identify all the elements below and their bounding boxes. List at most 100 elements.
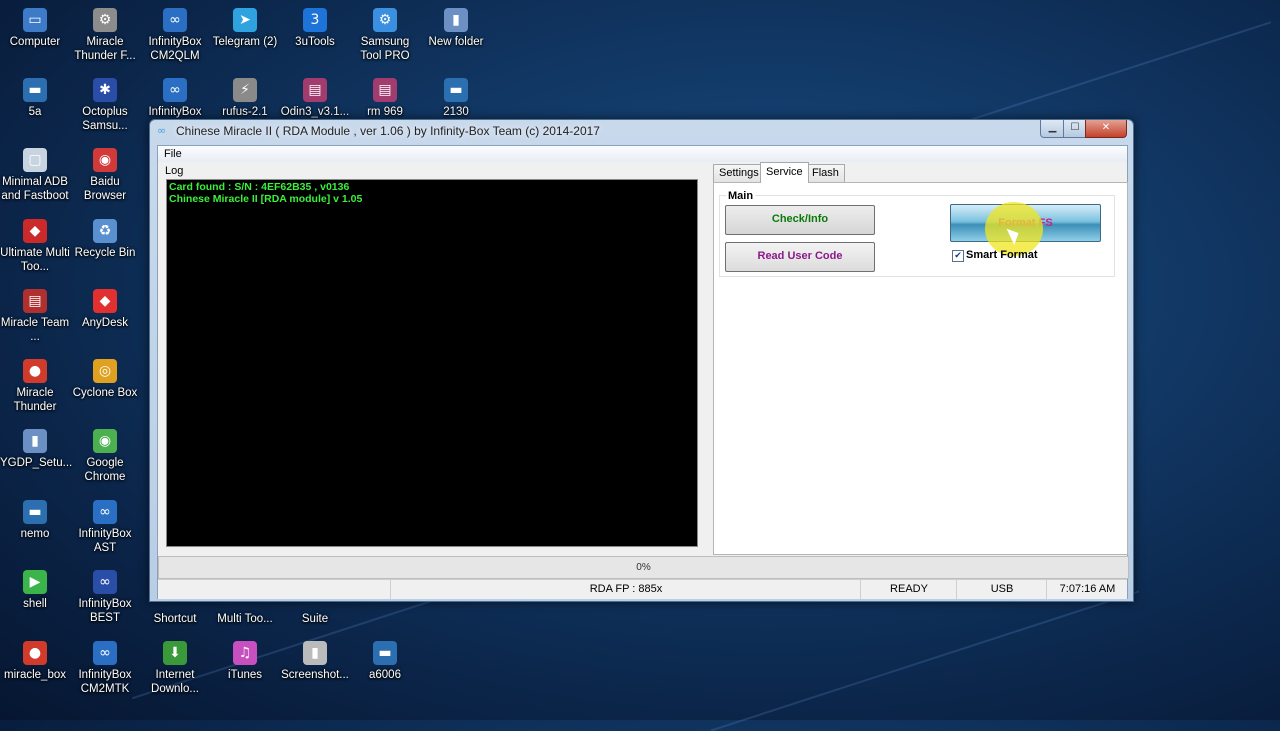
desktop-icon-minimal-adb-and-fastboot[interactable]: ▢ Minimal ADB and Fastboot	[0, 148, 70, 203]
desktop-icon-label: rm 969	[367, 106, 403, 118]
desktop-icon-samsung-tool-pro[interactable]: ⚙ Samsung Tool PRO	[350, 8, 420, 63]
desktop-icon-label: InfinityBox	[148, 106, 202, 118]
log-lines: Card found : S/N : 4EF62B35 , v0136 Chin…	[167, 181, 362, 205]
desktop-icon-anydesk[interactable]: ◆ AnyDesk	[70, 289, 140, 330]
tab-settings[interactable]: Settings	[713, 164, 765, 182]
desktop-icon-miracle-team[interactable]: ▤ Miracle Team ...	[0, 289, 70, 344]
desktop-icon-screenshot[interactable]: ▮ Screenshot...	[280, 641, 350, 682]
desktop-icon-infinitybox-best[interactable]: ∞ InfinityBox BEST	[70, 570, 140, 625]
desktop-icon-rm-969[interactable]: ▤ rm 969	[350, 78, 420, 119]
desktop-icon-label: a6006	[369, 669, 401, 681]
status-bar: RDA FP : 885x READY USB 7:07:16 AM	[158, 579, 1127, 599]
window-icon: ▢	[23, 148, 47, 172]
desktop-icon-telegram-2[interactable]: ➤ Telegram (2)	[210, 8, 280, 49]
desktop-icon-infinitybox-cm2mtk[interactable]: ∞ InfinityBox CM2MTK	[70, 641, 140, 696]
desktop-icon-itunes[interactable]: ♫ iTunes	[210, 641, 280, 682]
desktop-icon-miracle-thunder-f[interactable]: ⚙ Miracle Thunder F...	[70, 8, 140, 63]
book-icon: ▤	[23, 289, 47, 313]
read-user-code-button[interactable]: Read User Code	[725, 242, 875, 272]
desktop-icon-label: Telegram (2)	[212, 36, 278, 48]
desktop-icon-2130[interactable]: ▬ 2130	[421, 78, 491, 119]
desktop-icon-infinitybox-cm2qlm[interactable]: ∞ InfinityBox CM2QLM	[140, 8, 210, 63]
chrome-icon: ◉	[93, 429, 117, 453]
desktop-icon-miracle-thunder[interactable]: ● Miracle Thunder	[0, 359, 70, 414]
menu-file[interactable]: File	[164, 148, 182, 160]
desktop-icon-odin3-v3-1[interactable]: ▤ Odin3_v3.1...	[280, 78, 350, 119]
desktop-icon-label: YGDP_Setu...	[0, 457, 73, 469]
anydesk-icon: ◆	[93, 289, 117, 313]
main-group-label: Main	[726, 190, 756, 202]
desktop-icon-label: Recycle Bin	[74, 247, 136, 259]
desktop-icon-label: Computer	[9, 36, 61, 48]
desktop-icon-ultimate-multi-tool[interactable]: Multi Too...	[210, 598, 280, 626]
maximize-button[interactable]: ☐	[1063, 120, 1087, 138]
desktop-icon-nemo[interactable]: ▬ nemo	[0, 500, 70, 541]
minimize-button[interactable]: ▁	[1040, 120, 1065, 138]
play-icon: ▶	[23, 570, 47, 594]
tab-flash[interactable]: Flash	[806, 164, 845, 182]
desktop-icon-octoplus-samsu[interactable]: ✱ Octoplus Samsu...	[70, 78, 140, 133]
octoplus-icon: ✱	[93, 78, 117, 102]
desktop-icon-label: AnyDesk	[81, 317, 129, 329]
status-port: USB	[956, 580, 1047, 599]
device-icon: ▬	[373, 641, 397, 665]
smart-format-checkbox[interactable]: ✔	[952, 250, 964, 262]
status-time: 7:07:16 AM	[1046, 580, 1128, 599]
desktop-icon-label: rufus-2.1	[222, 106, 268, 118]
desktop-icon-cyclone-box[interactable]: ◎ Cyclone Box	[70, 359, 140, 400]
close-button[interactable]: ✕	[1085, 120, 1127, 138]
folder-icon: ▮	[444, 8, 468, 32]
desktop-icon-rufus-2-1[interactable]: ⚡ rufus-2.1	[210, 78, 280, 119]
desktop-icon-label: 3uTools	[295, 36, 335, 48]
infinity-icon: ∞	[163, 78, 187, 102]
desktop-icon-internet-downlo[interactable]: ⬇ Internet Downlo...	[140, 641, 210, 696]
service-panel: Main Check/Info Read User Code Format FS…	[713, 182, 1128, 555]
desktop-icon-baidu-browser[interactable]: ◉ Baidu Browser	[70, 148, 140, 203]
cyclone-icon: ◎	[93, 359, 117, 383]
desktop-icon-label: iTunes	[227, 669, 263, 681]
desktop-icon-label: Miracle Thunder	[13, 387, 57, 413]
desktop-icon-label: nemo	[20, 528, 50, 540]
desktop-icon-label: InfinityBox BEST	[78, 598, 132, 624]
infinity-icon: ∞	[163, 8, 187, 32]
desktop-icon-ultimate-multi-too[interactable]: ◆ Ultimate Multi Too...	[0, 219, 70, 274]
log-line: Chinese Miracle II [RDA module] v 1.05	[169, 193, 363, 205]
desktop-icon-new-folder[interactable]: ▮ New folder	[421, 8, 491, 49]
desktop-icon-google-chrome[interactable]: ◉ Google Chrome	[70, 429, 140, 484]
desktop-icon-label: InfinityBox CM2MTK	[78, 669, 132, 695]
check-info-button[interactable]: Check/Info	[725, 205, 875, 235]
desktop-icon-label: 2130	[443, 106, 469, 118]
desktop-icon-5a[interactable]: ▬ 5a	[0, 78, 70, 119]
progress-text: 0%	[636, 562, 651, 573]
desktop-icon-shell[interactable]: ▶ shell	[0, 570, 70, 611]
desktop-icon-a6006[interactable]: ▬ a6006	[350, 641, 420, 682]
infinity-icon: ∞	[93, 500, 117, 524]
desktop-icon-infinitybox[interactable]: ∞ InfinityBox	[140, 78, 210, 119]
log-label: Log	[165, 165, 184, 177]
smart-format-label[interactable]: Smart Format	[966, 249, 1038, 261]
desktop-icon-shortcut[interactable]: Shortcut	[140, 598, 210, 626]
desktop-icon-3utools[interactable]: 3 3uTools	[280, 8, 350, 49]
infinity-icon: ∞	[93, 570, 117, 594]
download-icon: ⬇	[163, 641, 187, 665]
desktop-icon-recycle-bin[interactable]: ♻ Recycle Bin	[70, 219, 140, 260]
archive-icon: ▤	[373, 78, 397, 102]
desktop-icon-miracle-box[interactable]: ● miracle_box	[0, 641, 70, 682]
3utools-icon: 3	[303, 8, 327, 32]
desktop-icon-infinitybox-ast[interactable]: ∞ InfinityBox AST	[70, 500, 140, 555]
title-bar[interactable]: ∞ Chinese Miracle II ( RDA Module , ver …	[150, 120, 1133, 142]
desktop-icon-computer[interactable]: ▭ Computer	[0, 8, 70, 49]
format-fs-button[interactable]: Format FS	[950, 204, 1101, 242]
folder-icon: ▮	[23, 429, 47, 453]
desktop-icon-label: Minimal ADB and Fastboot	[1, 176, 69, 202]
client-area: File Log Card found : S/N : 4EF62B35 , v…	[157, 145, 1129, 599]
desktop-icon-ygdp-setu[interactable]: ▮ YGDP_Setu...	[0, 429, 73, 470]
tab-service[interactable]: Service	[760, 162, 809, 183]
log-output[interactable]: Card found : S/N : 4EF62B35 , v0136 Chin…	[166, 179, 698, 547]
desktop-icon-label: Octoplus Samsu...	[82, 106, 128, 132]
desktop-icon-label: Multi Too...	[217, 613, 273, 625]
desktop-icon-label: 5a	[28, 106, 42, 118]
app-window: ∞ Chinese Miracle II ( RDA Module , ver …	[149, 119, 1134, 602]
desktop-icon-nokia-pc-suite[interactable]: Suite	[280, 598, 350, 626]
gear-icon: ⚙	[93, 8, 117, 32]
